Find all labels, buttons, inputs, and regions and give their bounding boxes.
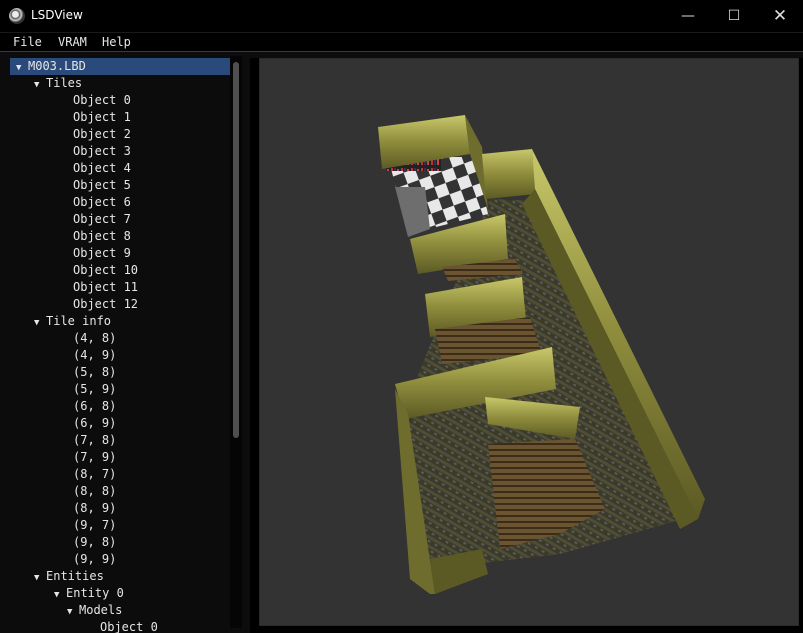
wall <box>482 149 536 199</box>
tree-item-label: Object 10 <box>73 263 139 277</box>
tree-item-label: (6, 9) <box>73 416 117 430</box>
tree-scrollbar[interactable] <box>230 56 242 628</box>
expand-arrow-icon[interactable]: ▼ <box>34 77 46 94</box>
tree-item[interactable]: Object 0 <box>73 92 131 109</box>
tree-item-label: (7, 8) <box>73 433 117 447</box>
tree-item-label: (9, 8) <box>73 535 117 549</box>
tree-item-label: (8, 8) <box>73 484 117 498</box>
tree-item[interactable]: (8, 9) <box>73 500 116 517</box>
tree-item-label: Object 7 <box>73 212 131 226</box>
app-eye-icon <box>9 8 25 24</box>
tree-item[interactable]: Object 6 <box>73 194 131 211</box>
tree-item-label: Object 5 <box>73 178 131 192</box>
tree-item[interactable]: (5, 9) <box>73 381 116 398</box>
tree-item[interactable]: Object 2 <box>73 126 131 143</box>
tree-item-label: (4, 8) <box>73 331 117 345</box>
tree-item-label: Object 1 <box>73 110 131 124</box>
expand-arrow-icon[interactable]: ▼ <box>67 604 79 621</box>
tree-item[interactable]: (5, 8) <box>73 364 116 381</box>
menu-vram[interactable]: VRAM <box>58 35 87 49</box>
tree-item-label: (5, 8) <box>73 365 117 379</box>
tree-item-label: (6, 8) <box>73 399 117 413</box>
tree-item[interactable]: (7, 8) <box>73 432 116 449</box>
level-render <box>378 115 705 594</box>
tree-item-label: Entities <box>46 569 104 583</box>
tree-item[interactable]: ▼ Entities <box>34 568 104 585</box>
tree-item[interactable]: Object 1 <box>73 109 131 126</box>
expand-arrow-icon[interactable]: ▼ <box>34 570 46 587</box>
menu-bar: File VRAM Help <box>0 33 803 51</box>
tree-item-label: (9, 9) <box>73 552 117 566</box>
tree-item-label: Tiles <box>46 76 83 90</box>
expand-arrow-icon[interactable]: ▼ <box>34 315 46 332</box>
3d-viewport[interactable] <box>259 58 799 626</box>
scrollbar-thumb[interactable] <box>233 62 239 438</box>
tree-item-label: (8, 9) <box>73 501 117 515</box>
menu-file[interactable]: File <box>13 35 42 49</box>
tree-item-label: Object 12 <box>73 297 139 311</box>
tree-item[interactable]: Object 10 <box>73 262 138 279</box>
tree-item[interactable]: (6, 8) <box>73 398 116 415</box>
tree-item[interactable]: Object 8 <box>73 228 131 245</box>
tree-item-label: Object 0 <box>73 93 131 107</box>
tree-item-label: (7, 9) <box>73 450 117 464</box>
tree-item[interactable]: (8, 7) <box>73 466 116 483</box>
tree-item-label: M003.LBD <box>28 59 86 73</box>
tree-item[interactable]: (9, 8) <box>73 534 116 551</box>
tree-item[interactable]: (6, 9) <box>73 415 116 432</box>
tree-item[interactable]: (4, 8) <box>73 330 116 347</box>
tree-item-label: Object 2 <box>73 127 131 141</box>
tree-item-label: Object 11 <box>73 280 139 294</box>
tree-item-label: Object 6 <box>73 195 131 209</box>
expand-arrow-icon[interactable]: ▼ <box>54 587 66 604</box>
tree-item[interactable]: Object 0 <box>100 619 158 633</box>
tree-item[interactable]: (9, 9) <box>73 551 116 568</box>
tree-item[interactable]: ▼ Tile info <box>34 313 111 330</box>
tree-item-label: (5, 9) <box>73 382 117 396</box>
tree-item[interactable]: Object 3 <box>73 143 131 160</box>
tree-item[interactable]: Object 9 <box>73 245 131 262</box>
tree-item[interactable]: Object 5 <box>73 177 131 194</box>
tree-item-label: Object 4 <box>73 161 131 175</box>
tree-item[interactable]: ▼ Tiles <box>34 75 82 92</box>
title-bar[interactable]: LSDView — ☐ ✕ <box>0 0 803 33</box>
tree-item[interactable]: ▼ Entity 0 <box>54 585 124 602</box>
tree-item[interactable]: Object 7 <box>73 211 131 228</box>
tree-item-label: (8, 7) <box>73 467 117 481</box>
tree-item-label: Object 9 <box>73 246 131 260</box>
expand-arrow-icon[interactable]: ▼ <box>16 60 28 77</box>
scene-tree-panel: ▼ M003.LBD ▼ Tiles Object 0 Object 1 Object 2O… <box>0 52 250 633</box>
tree-item[interactable]: (8, 8) <box>73 483 116 500</box>
tree-item[interactable]: ▼ M003.LBD <box>10 58 236 75</box>
tree-item-label: Object 3 <box>73 144 131 158</box>
tree-item-label: Object 8 <box>73 229 131 243</box>
tree-item-label: Entity 0 <box>66 586 124 600</box>
tree-item[interactable]: (9, 7) <box>73 517 116 534</box>
tree-item-label: (9, 7) <box>73 518 117 532</box>
tree-item[interactable]: Object 11 <box>73 279 138 296</box>
close-button[interactable]: ✕ <box>757 0 803 32</box>
gray-block <box>395 187 430 237</box>
tree-item-label: Tile info <box>46 314 112 328</box>
tree-item[interactable]: (4, 9) <box>73 347 116 364</box>
tree-item[interactable]: (7, 9) <box>73 449 116 466</box>
tree-item[interactable]: Object 12 <box>73 296 138 313</box>
tree-item[interactable]: Object 4 <box>73 160 131 177</box>
menu-help[interactable]: Help <box>102 35 131 49</box>
tree-item-label: (4, 9) <box>73 348 117 362</box>
minimize-button[interactable]: — <box>665 0 711 32</box>
tree-item[interactable]: ▼ Models <box>67 602 122 619</box>
tree-item-label: Models <box>79 603 123 617</box>
maximize-button[interactable]: ☐ <box>711 0 757 32</box>
tree-item-label: Object 0 <box>100 620 158 633</box>
window-title: LSDView <box>31 8 83 22</box>
